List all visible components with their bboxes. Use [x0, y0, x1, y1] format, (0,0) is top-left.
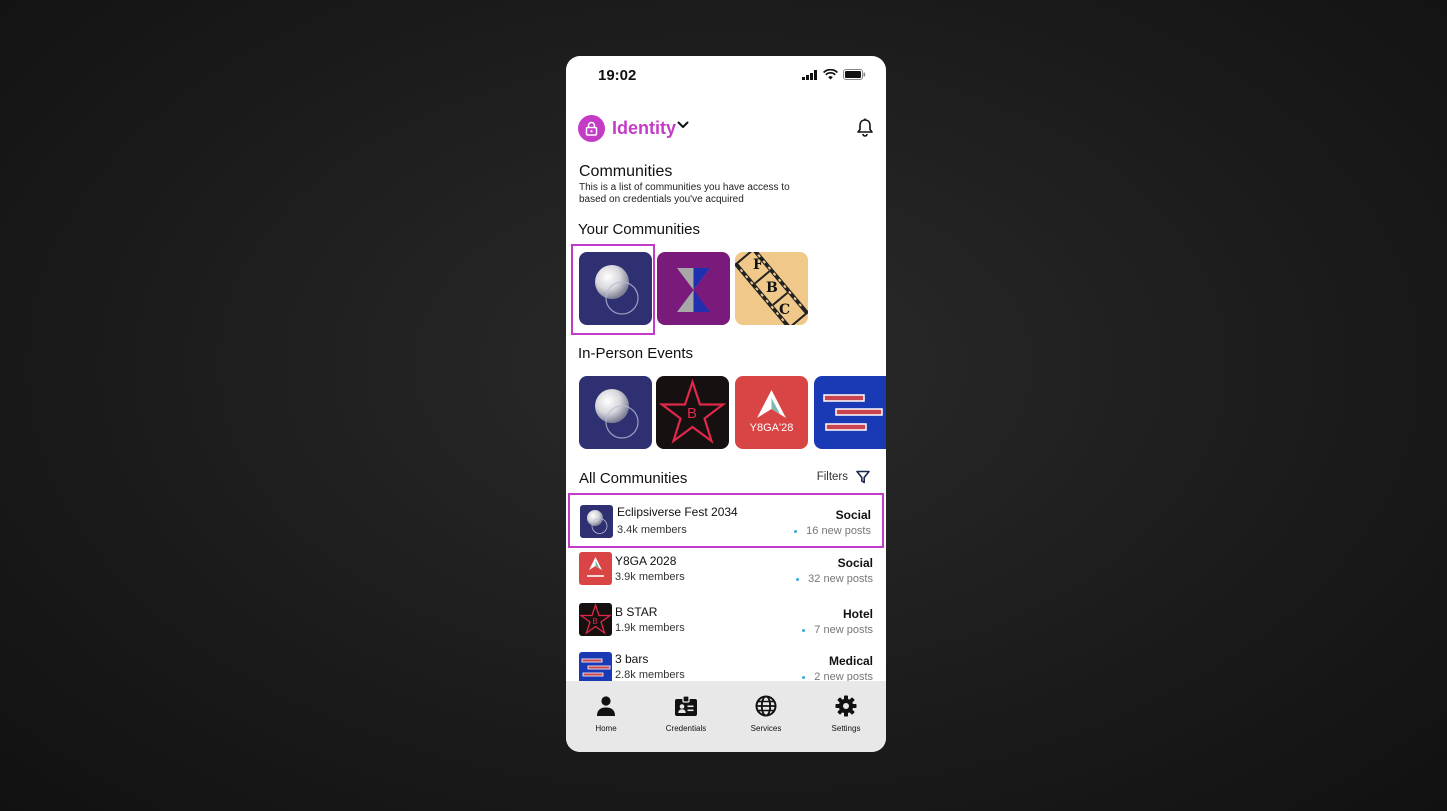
svg-text:B: B [593, 617, 598, 626]
y8ga-logo-icon [757, 390, 786, 418]
unread-dot [802, 628, 806, 632]
bars-logo-icon [823, 394, 883, 431]
hourglass-logo-icon [677, 268, 710, 312]
tab-settings-label: Settings [831, 724, 861, 733]
row-posts-text: 7 new posts [814, 624, 873, 636]
row-posts: 2 new posts [802, 671, 873, 681]
row-category: Social [837, 556, 873, 570]
eclipse-logo-icon [595, 265, 639, 315]
community-row-bstar[interactable]: B B STAR 1.9k members Hotel 7 new posts [566, 603, 886, 653]
tab-home[interactable]: Home [571, 695, 641, 733]
identity-switcher[interactable]: Identity [612, 118, 676, 139]
row-members: 3.4k members [617, 524, 687, 536]
row-members: 2.8k members [615, 669, 685, 681]
row-posts-text: 2 new posts [814, 671, 873, 681]
tab-credentials[interactable]: Credentials [651, 695, 721, 733]
status-icons [802, 69, 866, 80]
chevron-down-icon[interactable] [677, 120, 689, 130]
row-name: B STAR [615, 605, 658, 619]
row-name: 3 bars [615, 652, 649, 666]
page-title: Communities [579, 163, 673, 180]
your-communities-heading: Your Communities [578, 221, 700, 238]
row-name: Eclipsiverse Fest 2034 [617, 505, 738, 519]
community-tile-hourglass[interactable] [657, 252, 730, 325]
community-list: Eclipsiverse Fest 2034 3.4k members Soci… [566, 493, 886, 681]
lock-icon[interactable] [578, 115, 605, 142]
star-logo-icon: B [579, 603, 612, 636]
community-row-3bars[interactable]: 3 bars 2.8k members Medical 2 new posts [566, 650, 886, 681]
row-posts-text: 32 new posts [808, 573, 873, 585]
filter-icon [856, 470, 870, 484]
star-letter: B [687, 405, 698, 422]
unread-dot [796, 577, 800, 581]
filters-label: Filters [816, 471, 848, 483]
id-badge-icon [675, 695, 697, 716]
row-name: Y8GA 2028 [615, 554, 677, 568]
row-posts: 16 new posts [794, 525, 871, 537]
film-letter-b: B [766, 280, 778, 296]
row-members: 1.9k members [615, 622, 685, 634]
film-letter-f: F [753, 257, 763, 273]
wifi-icon [823, 69, 838, 80]
bars-logo-icon [579, 652, 612, 681]
community-row-eclipsiverse[interactable]: Eclipsiverse Fest 2034 3.4k members Soci… [568, 493, 884, 548]
event-tile-y8ga[interactable]: Y8GA'28 [735, 376, 808, 449]
filters-button[interactable]: Filters [817, 470, 870, 484]
tab-services-label: Services [750, 724, 782, 733]
page-description: This is a list of communities you have a… [579, 182, 790, 205]
eclipse-logo-icon [595, 389, 639, 439]
row-posts: 32 new posts [796, 573, 873, 585]
all-communities-heading: All Communities [579, 470, 688, 487]
bottom-tab-bar: Home Credentials Services Settings [566, 681, 886, 752]
bell-icon[interactable] [856, 118, 874, 137]
phone-screen: 19:02 Identity Communities This is a lis… [566, 56, 886, 752]
row-posts-text: 16 new posts [806, 525, 871, 537]
y8ga-tile-text: Y8GA'28 [749, 422, 794, 434]
cellular-signal-icon [802, 69, 817, 80]
row-category: Medical [828, 654, 873, 668]
eclipse-logo-icon [580, 505, 613, 538]
unread-dot [794, 529, 798, 533]
status-time: 19:02 [598, 67, 637, 84]
event-tile-bstar[interactable]: B [656, 376, 729, 449]
film-letter-c: C [779, 302, 791, 318]
community-tile-fbc[interactable]: F B C [735, 252, 808, 325]
battery-icon [843, 69, 866, 80]
status-bar: 19:02 [566, 56, 886, 96]
row-members: 3.9k members [615, 571, 685, 583]
event-tile-eclipsiverse[interactable] [579, 376, 652, 449]
row-posts: 7 new posts [802, 624, 873, 636]
row-category: Social [835, 508, 871, 522]
community-tile-eclipsiverse[interactable] [579, 252, 652, 325]
tab-credentials-label: Credentials [665, 724, 707, 733]
tab-settings[interactable]: Settings [811, 695, 881, 733]
event-tile-bars[interactable] [814, 376, 886, 449]
in-person-events-heading: In-Person Events [578, 345, 694, 362]
globe-icon [755, 695, 777, 717]
y8ga-logo-icon [579, 552, 612, 585]
unread-dot [802, 675, 806, 679]
tab-home-label: Home [595, 724, 617, 733]
row-category: Hotel [843, 607, 873, 621]
gear-icon [835, 695, 857, 717]
tab-services[interactable]: Services [731, 695, 801, 733]
person-icon [597, 696, 615, 716]
community-row-y8ga[interactable]: Y8GA 2028 3.9k members Social 32 new pos… [566, 552, 886, 602]
app-header: Identity [578, 115, 874, 143]
